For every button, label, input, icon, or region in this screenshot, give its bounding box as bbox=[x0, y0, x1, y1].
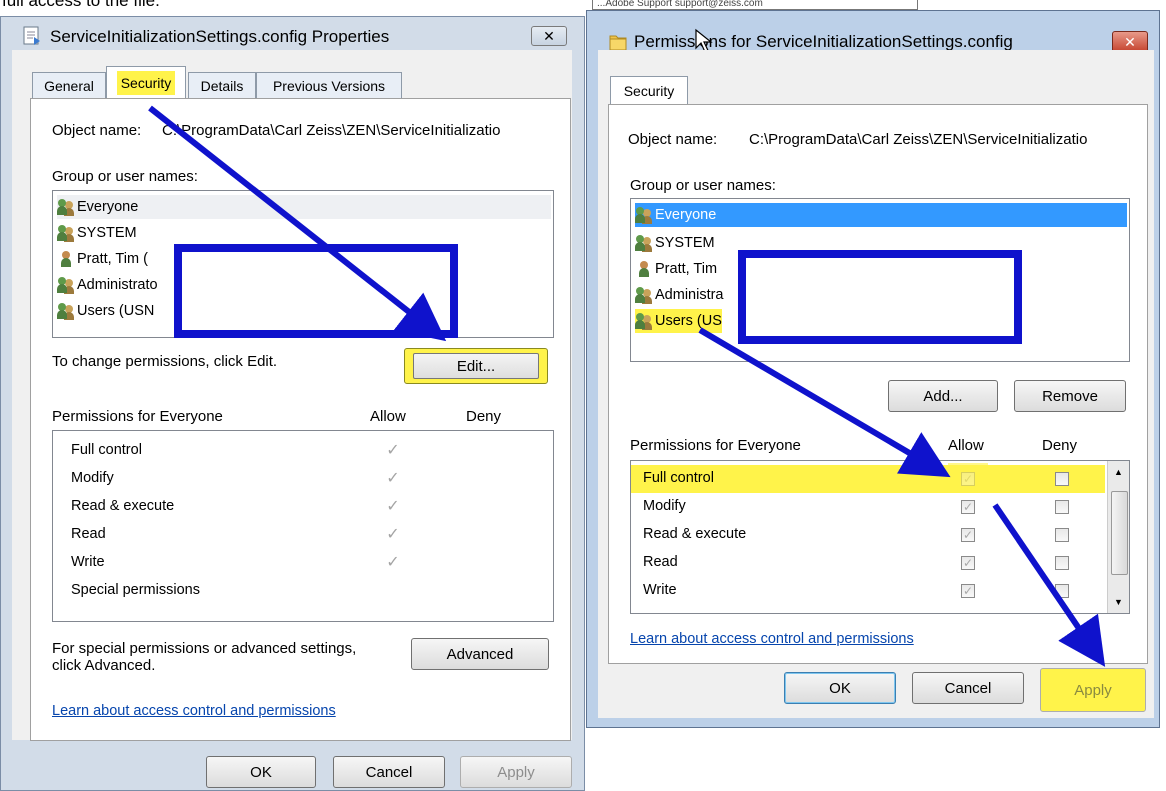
arrow-to-full-control bbox=[698, 327, 951, 478]
annotation-arrows bbox=[148, 105, 1106, 667]
arrow-to-edit bbox=[148, 105, 447, 342]
arrow-to-apply bbox=[992, 503, 1106, 667]
